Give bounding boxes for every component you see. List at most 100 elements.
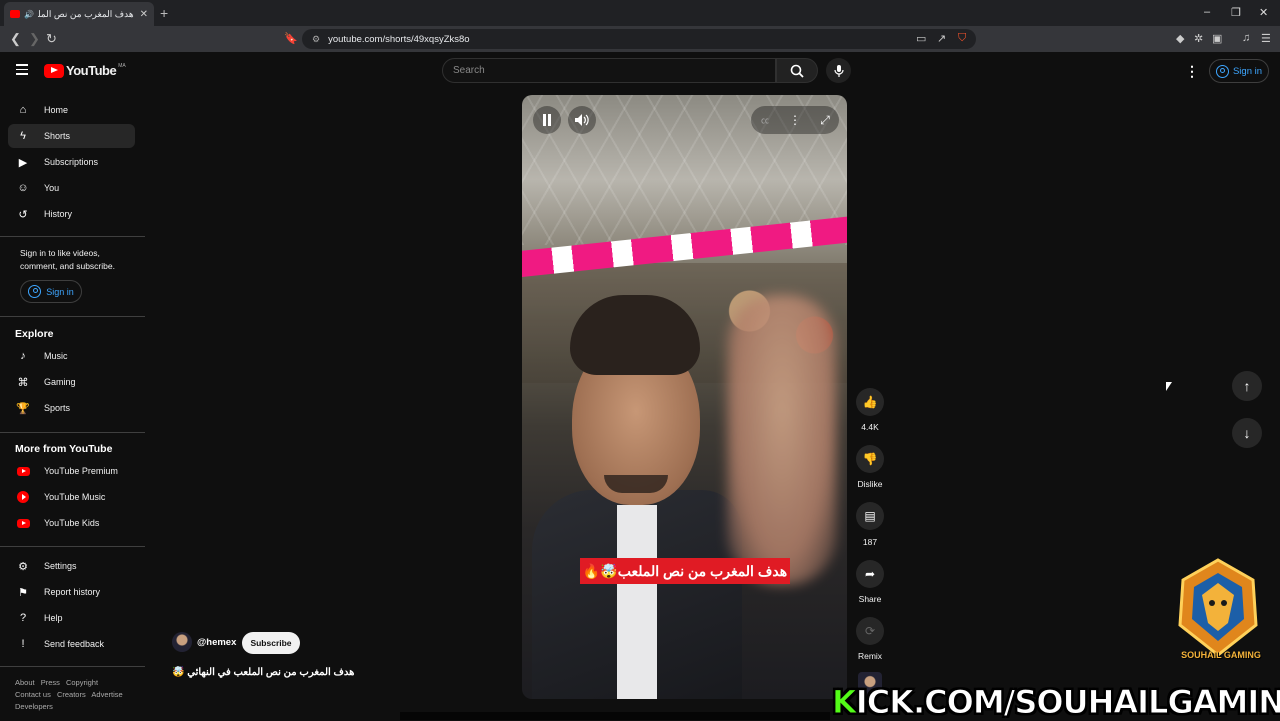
- remix-icon: ⟳: [864, 624, 876, 638]
- wallet-icon[interactable]: ◆: [1176, 32, 1184, 45]
- help-icon: ?: [19, 612, 27, 624]
- site-info-icon[interactable]: ⚙: [312, 34, 320, 45]
- bookmark-icon[interactable]: 🔖: [284, 32, 298, 45]
- logo-badge-text: SOUHAIL GAMING: [1181, 650, 1261, 660]
- sports-icon: 🏆: [16, 402, 30, 415]
- search-icon: [790, 64, 804, 78]
- footer-link-about[interactable]: About: [15, 678, 35, 687]
- new-tab-button[interactable]: +: [160, 5, 168, 21]
- share-label: Share: [858, 594, 882, 604]
- channel-avatar[interactable]: [172, 632, 192, 652]
- history-icon: ↺: [18, 208, 28, 221]
- captions-icon[interactable]: ㏄: [751, 106, 779, 134]
- footer-link-advertise[interactable]: Advertise: [91, 690, 122, 699]
- channel-name[interactable]: @hemex: [197, 637, 236, 648]
- voice-search-button[interactable]: [826, 58, 851, 83]
- extensions-icon[interactable]: ✲: [1194, 32, 1203, 45]
- footer-link-copyright[interactable]: Copyright: [66, 678, 98, 687]
- like-button[interactable]: 👍: [856, 388, 884, 416]
- subscribe-button[interactable]: Subscribe: [242, 632, 300, 654]
- like-count: 4.4K: [861, 422, 879, 432]
- footer-link-press[interactable]: Press: [41, 678, 60, 687]
- reload-icon[interactable]: ↻: [46, 31, 57, 47]
- close-tab-icon[interactable]: ✕: [140, 9, 148, 20]
- forward-icon[interactable]: ❯: [29, 31, 40, 47]
- arrow-up-icon: ↑: [1243, 378, 1251, 394]
- sidebar-item-sports[interactable]: 🏆 Sports: [8, 396, 135, 420]
- bottom-shadow: [400, 712, 830, 720]
- subscriptions-icon: ▶: [18, 156, 28, 169]
- more-options-icon[interactable]: ⋮: [781, 106, 809, 134]
- previous-short-button[interactable]: ↑: [1232, 371, 1262, 401]
- minimize-button[interactable]: –: [1204, 6, 1210, 18]
- explore-heading: Explore: [15, 328, 54, 340]
- back-icon[interactable]: ❮: [10, 31, 21, 47]
- footer-link-creators[interactable]: Creators: [57, 690, 86, 699]
- sidebar-item-youtube-kids[interactable]: YouTube Kids: [8, 511, 135, 535]
- gaming-icon: ⌘: [17, 376, 29, 389]
- shorts-video-player[interactable]: ㏄ ⋮ ⤢ هدف المغرب من نص الملعب🤯🔥: [522, 95, 847, 699]
- youtube-kids-icon: [16, 516, 30, 530]
- url-text: youtube.com/shorts/49xqsyZks8o: [328, 33, 470, 45]
- more-from-youtube-heading: More from YouTube: [15, 443, 113, 455]
- footer-link-contact[interactable]: Contact us: [15, 690, 51, 699]
- menu-icon[interactable]: ☰: [1261, 32, 1271, 45]
- sign-in-button[interactable]: Sign in: [1209, 59, 1269, 83]
- search-input[interactable]: Search: [442, 58, 776, 83]
- sidebar-sign-in-button[interactable]: Sign in: [20, 280, 82, 303]
- youtube-logo[interactable]: YouTube MA: [44, 63, 126, 78]
- arrow-down-icon: ↓: [1243, 425, 1251, 441]
- sidebar-item-youtube-premium[interactable]: YouTube Premium: [8, 459, 135, 483]
- sidebar-divider: [0, 432, 145, 433]
- mouse-cursor: [1166, 382, 1172, 391]
- sidebar-toggle-icon[interactable]: ▣: [1212, 32, 1222, 45]
- sidebar-item-music[interactable]: ♪ Music: [8, 344, 135, 368]
- next-short-button[interactable]: ↓: [1232, 418, 1262, 448]
- settings-kebab-icon[interactable]: ⋮: [1185, 63, 1199, 80]
- address-bar[interactable]: ⚙ youtube.com/shorts/49xqsyZks8o: [302, 29, 976, 49]
- gear-icon: ⚙: [18, 560, 28, 573]
- dislike-label: Dislike: [857, 479, 883, 489]
- sidebar-item-subscriptions[interactable]: ▶ Subscriptions: [8, 150, 135, 174]
- comments-button[interactable]: ▤: [856, 502, 884, 530]
- sidebar-item-you[interactable]: ☺ You: [8, 176, 135, 200]
- music-icon: ♪: [20, 350, 26, 362]
- speaker-icon[interactable]: 🔊: [24, 10, 34, 19]
- volume-button[interactable]: [568, 106, 596, 134]
- youtube-music-icon: [16, 490, 30, 504]
- sidebar-divider: [0, 316, 145, 317]
- cast-icon[interactable]: ▭: [916, 32, 926, 45]
- sidebar-item-youtube-music[interactable]: YouTube Music: [8, 485, 135, 509]
- sidebar-item-settings[interactable]: ⚙ Settings: [8, 554, 135, 578]
- browser-tab[interactable]: 🔊 هدف المغرب من نص الملعب ✕: [4, 2, 154, 26]
- maximize-button[interactable]: ❐: [1231, 6, 1241, 19]
- sidebar-divider: [0, 236, 145, 237]
- close-window-button[interactable]: ✕: [1259, 6, 1268, 19]
- volume-icon: [575, 114, 589, 126]
- remix-button[interactable]: ⟳: [856, 617, 884, 645]
- sidebar-item-help[interactable]: ? Help: [8, 606, 135, 630]
- search-button[interactable]: [776, 58, 818, 83]
- hamburger-menu-icon[interactable]: [16, 64, 28, 75]
- sidebar-item-home[interactable]: ⌂ Home: [8, 98, 135, 122]
- short-title[interactable]: هدف المغرب من نص الملعب في النهائي 🤯: [172, 667, 362, 678]
- footer-link-developers[interactable]: Developers: [15, 702, 53, 711]
- youtube-premium-icon: [16, 464, 30, 478]
- remix-label: Remix: [857, 651, 883, 661]
- media-icon[interactable]: ♫: [1242, 32, 1250, 44]
- share-page-icon[interactable]: ↗: [937, 32, 946, 45]
- sidebar-item-report-history[interactable]: ⚑ Report history: [8, 580, 135, 604]
- sidebar-footer: About Press Copyright Contact us Creator…: [15, 677, 140, 713]
- pause-button[interactable]: [533, 106, 561, 134]
- account-icon: [28, 285, 42, 298]
- sidebar-divider: [0, 666, 145, 667]
- dislike-button[interactable]: 👎: [856, 445, 884, 473]
- share-button[interactable]: ➦: [856, 560, 884, 588]
- fullscreen-icon[interactable]: ⤢: [811, 106, 839, 134]
- sidebar-item-send-feedback[interactable]: ! Send feedback: [8, 632, 135, 656]
- sign-in-message: Sign in to like videos, comment, and sub…: [20, 248, 115, 271]
- brave-shield-icon[interactable]: ⛉: [958, 32, 966, 45]
- sidebar-item-gaming[interactable]: ⌘ Gaming: [8, 370, 135, 394]
- sidebar-item-shorts[interactable]: ϟ Shorts: [8, 124, 135, 148]
- sidebar-item-history[interactable]: ↺ History: [8, 202, 135, 226]
